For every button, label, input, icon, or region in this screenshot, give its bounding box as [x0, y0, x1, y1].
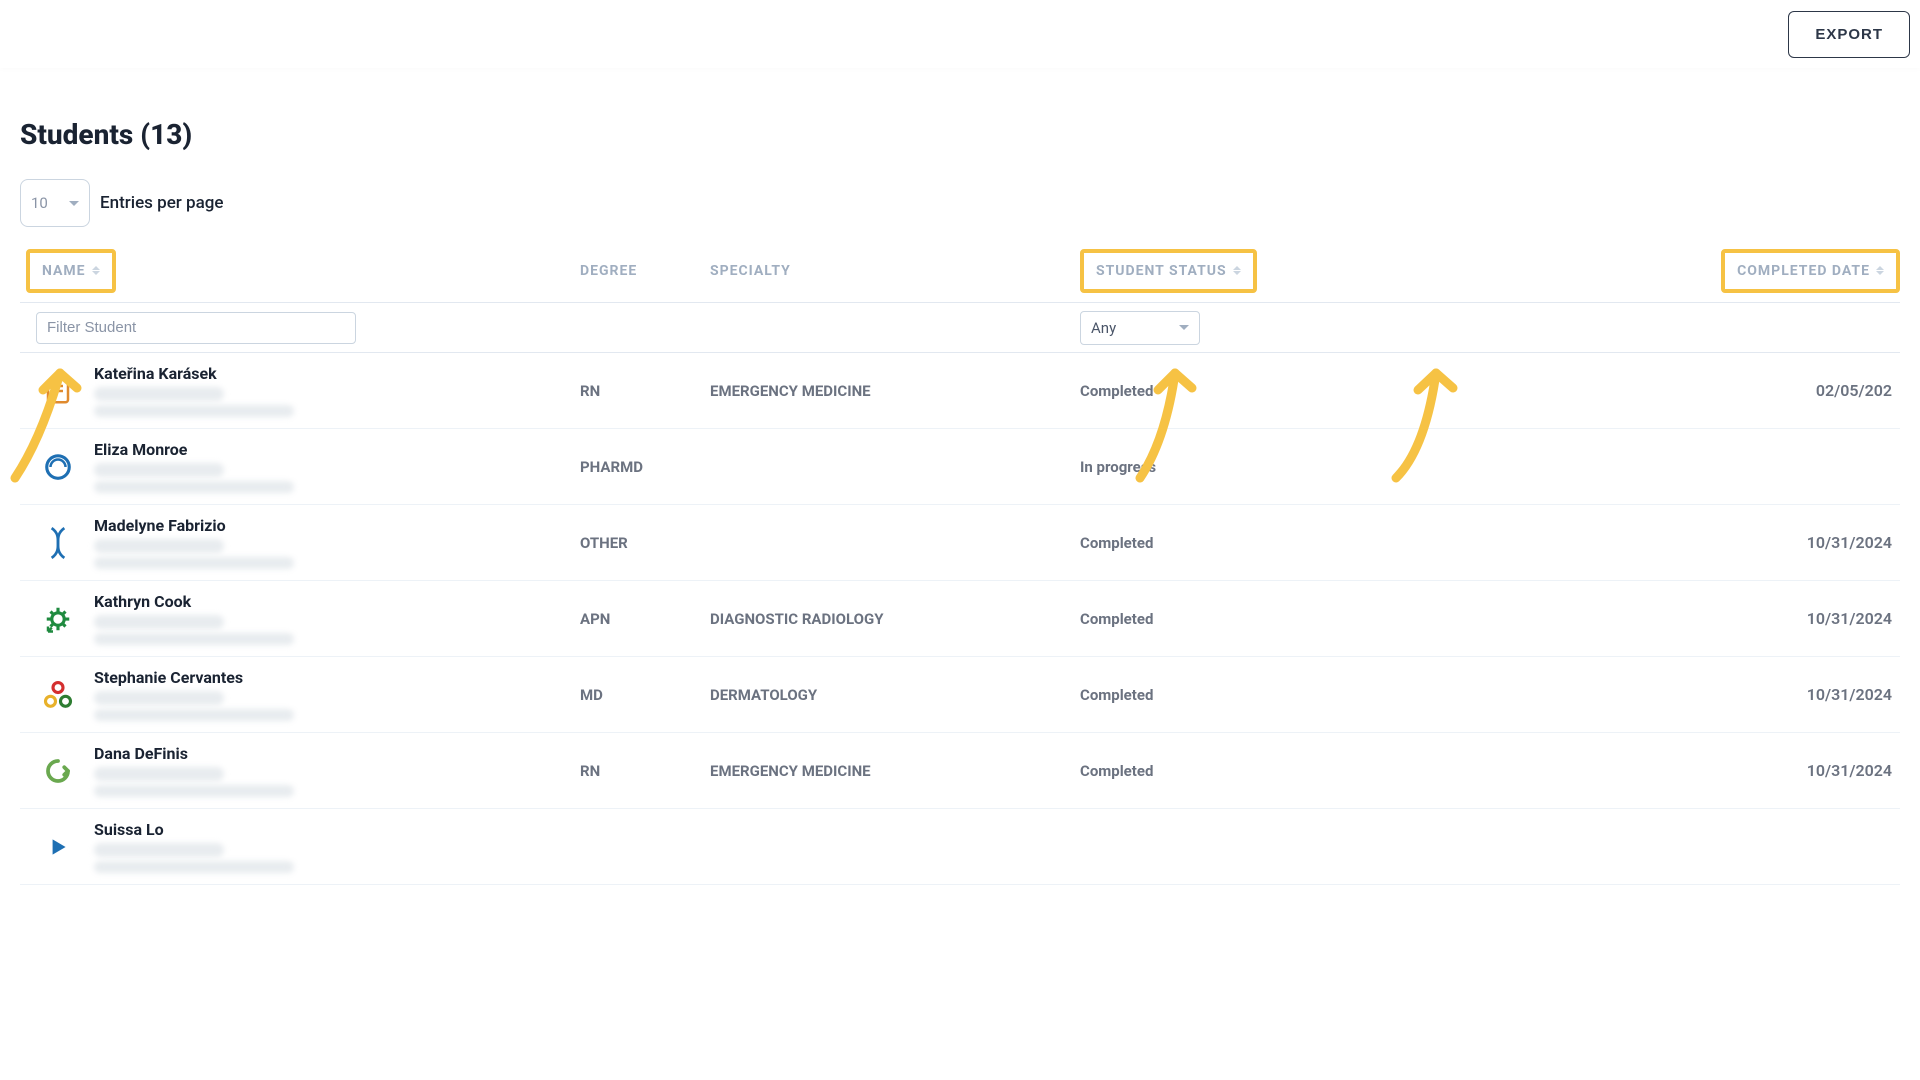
table-row[interactable]: Dana DeFinis RN EMERGENCY MEDICINE Compl…: [20, 733, 1900, 809]
col-name-highlight: NAME: [26, 249, 116, 293]
redacted-line: [94, 691, 224, 705]
student-name: Kathryn Cook: [94, 592, 294, 611]
completed-date-cell: 10/31/2024: [1390, 533, 1900, 552]
redacted-line: [94, 785, 294, 797]
col-completed[interactable]: COMPLETED DATE: [1737, 263, 1884, 279]
col-name[interactable]: NAME: [42, 263, 100, 279]
export-button[interactable]: EXPORT: [1788, 11, 1910, 58]
col-status-wrapper: STUDENT STATUS: [1080, 249, 1390, 293]
table-row[interactable]: Kathryn Cook APN DIAGNOSTIC RADIOLOGY Co…: [20, 581, 1900, 657]
student-name: Suissa Lo: [94, 820, 294, 839]
completed-date-cell: 02/05/202: [1390, 381, 1900, 400]
name-cell: Suissa Lo: [20, 820, 580, 873]
col-name-wrapper: NAME: [20, 249, 580, 293]
col-degree[interactable]: DEGREE: [580, 263, 710, 279]
table-body: Kateřina Karásek RN EMERGENCY MEDICINE C…: [20, 353, 1900, 885]
redacted-line: [94, 539, 224, 553]
name-cell: Eliza Monroe: [20, 440, 580, 493]
specialty-cell: EMERGENCY MEDICINE: [710, 762, 1080, 780]
status-cell: Completed: [1080, 762, 1390, 780]
students-table: NAME DEGREE SPECIALTY STUDENT STATUS: [20, 239, 1900, 885]
redacted-line: [94, 861, 294, 873]
status-cell: Completed: [1080, 610, 1390, 628]
redacted-line: [94, 767, 224, 781]
redacted-line: [94, 709, 294, 721]
redacted-line: [94, 633, 294, 645]
col-status[interactable]: STUDENT STATUS: [1096, 263, 1241, 279]
student-name: Dana DeFinis: [94, 744, 294, 763]
redacted-line: [94, 463, 224, 477]
col-completed-wrapper: COMPLETED DATE: [1390, 249, 1900, 293]
avatar-icon: [40, 525, 76, 561]
col-status-label: STUDENT STATUS: [1096, 263, 1227, 279]
specialty-cell: DIAGNOSTIC RADIOLOGY: [710, 610, 1080, 628]
chevron-down-icon: [1179, 325, 1189, 330]
col-specialty[interactable]: SPECIALTY: [710, 263, 1080, 279]
name-cell: Dana DeFinis: [20, 744, 580, 797]
specialty-cell: DERMATOLOGY: [710, 686, 1080, 704]
table-filter-row: Any: [20, 303, 1900, 353]
avatar-icon: [40, 677, 76, 713]
col-specialty-label: SPECIALTY: [710, 263, 791, 279]
redacted-line: [94, 481, 294, 493]
col-degree-label: DEGREE: [580, 263, 637, 279]
chevron-down-icon: [69, 201, 79, 206]
specialty-cell: EMERGENCY MEDICINE: [710, 382, 1080, 400]
redacted-line: [94, 843, 224, 857]
degree-cell: APN: [580, 610, 710, 628]
name-cell: Kathryn Cook: [20, 592, 580, 645]
table-row[interactable]: Madelyne Fabrizio OTHER Completed 10/31/…: [20, 505, 1900, 581]
redacted-line: [94, 405, 294, 417]
col-name-label: NAME: [42, 263, 86, 279]
title-count: 13: [150, 118, 182, 151]
name-cell: Kateřina Karásek: [20, 364, 580, 417]
avatar-icon: [40, 753, 76, 789]
entries-per-page-label: Entries per page: [100, 193, 224, 213]
title-prefix: Students: [20, 118, 133, 151]
sort-icon: [92, 266, 100, 276]
table-row[interactable]: Suissa Lo: [20, 809, 1900, 885]
avatar-icon: [40, 601, 76, 637]
redacted-line: [94, 615, 224, 629]
student-name: Eliza Monroe: [94, 440, 294, 459]
completed-date-cell: 10/31/2024: [1390, 685, 1900, 704]
completed-date-cell: 10/31/2024: [1390, 609, 1900, 628]
sort-icon: [1876, 266, 1884, 276]
table-row[interactable]: Kateřina Karásek RN EMERGENCY MEDICINE C…: [20, 353, 1900, 429]
table-row[interactable]: Eliza Monroe PHARMD In progress: [20, 429, 1900, 505]
degree-cell: OTHER: [580, 534, 710, 552]
status-filter-select[interactable]: Any: [1080, 311, 1200, 345]
degree-cell: RN: [580, 382, 710, 400]
name-cell: Madelyne Fabrizio: [20, 516, 580, 569]
col-status-highlight: STUDENT STATUS: [1080, 249, 1257, 293]
degree-cell: MD: [580, 686, 710, 704]
page-size-value: 10: [31, 194, 48, 212]
sort-icon: [1233, 266, 1241, 276]
col-completed-highlight: COMPLETED DATE: [1721, 249, 1900, 293]
student-name: Kateřina Karásek: [94, 364, 294, 383]
page-size-select[interactable]: 10: [20, 179, 90, 227]
redacted-line: [94, 557, 294, 569]
avatar-icon: [40, 829, 76, 865]
table-row[interactable]: Stephanie Cervantes MD DERMATOLOGY Compl…: [20, 657, 1900, 733]
status-filter-value: Any: [1091, 319, 1116, 337]
filter-student-input[interactable]: [36, 312, 356, 344]
redacted-line: [94, 387, 224, 401]
col-completed-label: COMPLETED DATE: [1737, 263, 1870, 279]
page-title: Students (13): [20, 118, 1900, 151]
student-name: Stephanie Cervantes: [94, 668, 294, 687]
student-name: Madelyne Fabrizio: [94, 516, 294, 535]
avatar-icon: [40, 373, 76, 409]
status-cell: Completed: [1080, 382, 1390, 400]
degree-cell: RN: [580, 762, 710, 780]
table-header-row: NAME DEGREE SPECIALTY STUDENT STATUS: [20, 239, 1900, 303]
status-cell: In progress: [1080, 458, 1390, 476]
status-cell: Completed: [1080, 534, 1390, 552]
status-cell: Completed: [1080, 686, 1390, 704]
avatar-icon: [40, 449, 76, 485]
degree-cell: PHARMD: [580, 458, 710, 476]
name-cell: Stephanie Cervantes: [20, 668, 580, 721]
completed-date-cell: 10/31/2024: [1390, 761, 1900, 780]
